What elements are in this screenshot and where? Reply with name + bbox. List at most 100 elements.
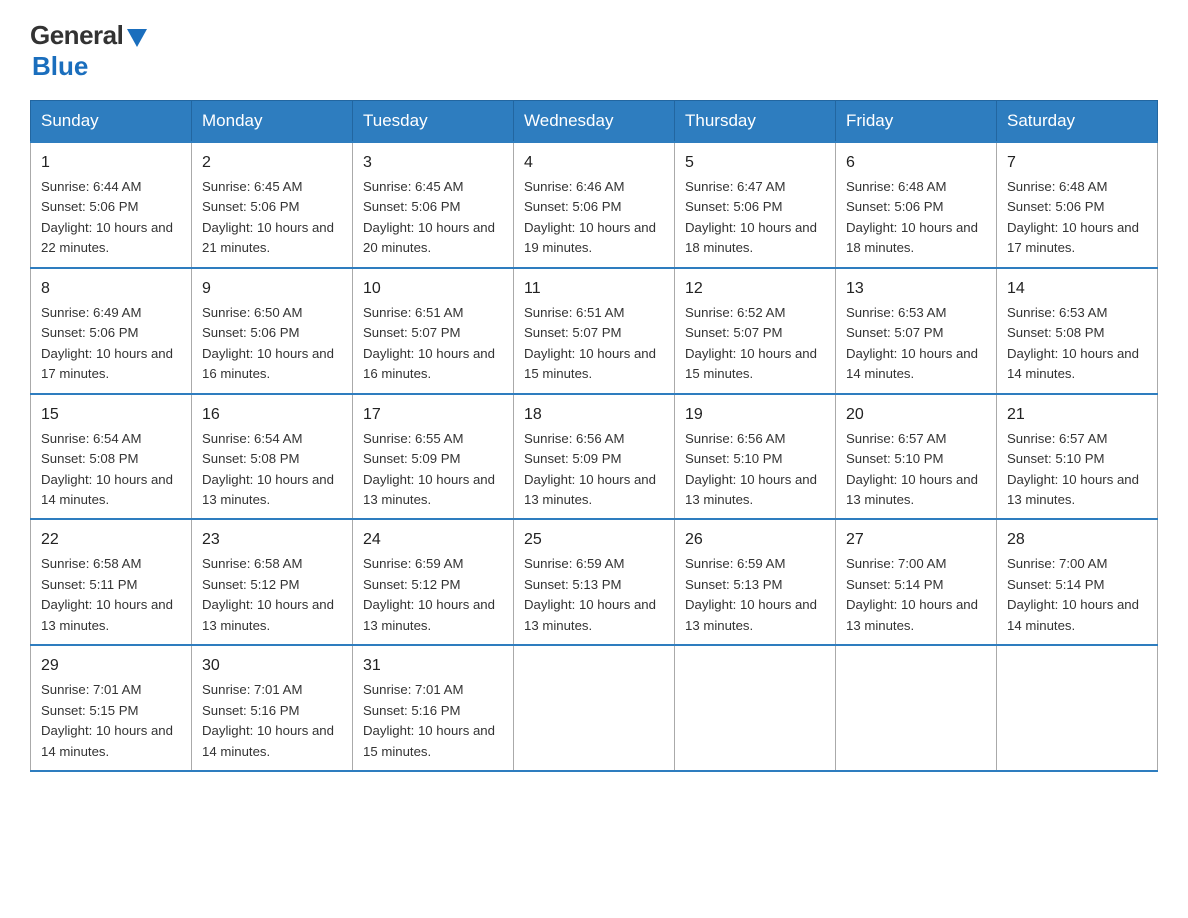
day-info: Sunrise: 7:00 AMSunset: 5:14 PMDaylight:… xyxy=(846,556,978,632)
table-row: 16 Sunrise: 6:54 AMSunset: 5:08 PMDaylig… xyxy=(192,394,353,520)
table-row: 11 Sunrise: 6:51 AMSunset: 5:07 PMDaylig… xyxy=(514,268,675,394)
day-info: Sunrise: 6:53 AMSunset: 5:08 PMDaylight:… xyxy=(1007,305,1139,381)
table-row xyxy=(836,645,997,771)
day-number: 25 xyxy=(524,528,664,552)
table-row: 21 Sunrise: 6:57 AMSunset: 5:10 PMDaylig… xyxy=(997,394,1158,520)
header-tuesday: Tuesday xyxy=(353,101,514,143)
day-number: 8 xyxy=(41,277,181,301)
day-info: Sunrise: 6:48 AMSunset: 5:06 PMDaylight:… xyxy=(846,179,978,255)
day-info: Sunrise: 7:01 AMSunset: 5:15 PMDaylight:… xyxy=(41,682,173,758)
table-row: 31 Sunrise: 7:01 AMSunset: 5:16 PMDaylig… xyxy=(353,645,514,771)
day-info: Sunrise: 6:52 AMSunset: 5:07 PMDaylight:… xyxy=(685,305,817,381)
day-number: 28 xyxy=(1007,528,1147,552)
day-info: Sunrise: 7:01 AMSunset: 5:16 PMDaylight:… xyxy=(363,682,495,758)
day-number: 14 xyxy=(1007,277,1147,301)
day-number: 15 xyxy=(41,403,181,427)
day-number: 20 xyxy=(846,403,986,427)
day-info: Sunrise: 6:53 AMSunset: 5:07 PMDaylight:… xyxy=(846,305,978,381)
day-number: 7 xyxy=(1007,151,1147,175)
day-number: 5 xyxy=(685,151,825,175)
day-number: 18 xyxy=(524,403,664,427)
table-row xyxy=(675,645,836,771)
day-number: 26 xyxy=(685,528,825,552)
table-row: 30 Sunrise: 7:01 AMSunset: 5:16 PMDaylig… xyxy=(192,645,353,771)
header-saturday: Saturday xyxy=(997,101,1158,143)
table-row: 1 Sunrise: 6:44 AMSunset: 5:06 PMDayligh… xyxy=(31,142,192,268)
table-row: 9 Sunrise: 6:50 AMSunset: 5:06 PMDayligh… xyxy=(192,268,353,394)
day-info: Sunrise: 6:55 AMSunset: 5:09 PMDaylight:… xyxy=(363,431,495,507)
day-info: Sunrise: 6:50 AMSunset: 5:06 PMDaylight:… xyxy=(202,305,334,381)
table-row: 23 Sunrise: 6:58 AMSunset: 5:12 PMDaylig… xyxy=(192,519,353,645)
day-info: Sunrise: 6:48 AMSunset: 5:06 PMDaylight:… xyxy=(1007,179,1139,255)
table-row: 3 Sunrise: 6:45 AMSunset: 5:06 PMDayligh… xyxy=(353,142,514,268)
day-info: Sunrise: 6:59 AMSunset: 5:13 PMDaylight:… xyxy=(524,556,656,632)
calendar-week-row: 29 Sunrise: 7:01 AMSunset: 5:15 PMDaylig… xyxy=(31,645,1158,771)
logo-blue-text: Blue xyxy=(32,51,88,82)
calendar-week-row: 8 Sunrise: 6:49 AMSunset: 5:06 PMDayligh… xyxy=(31,268,1158,394)
logo-general-text: General xyxy=(30,20,123,51)
table-row: 19 Sunrise: 6:56 AMSunset: 5:10 PMDaylig… xyxy=(675,394,836,520)
day-number: 17 xyxy=(363,403,503,427)
day-number: 9 xyxy=(202,277,342,301)
table-row: 20 Sunrise: 6:57 AMSunset: 5:10 PMDaylig… xyxy=(836,394,997,520)
table-row: 17 Sunrise: 6:55 AMSunset: 5:09 PMDaylig… xyxy=(353,394,514,520)
day-info: Sunrise: 6:49 AMSunset: 5:06 PMDaylight:… xyxy=(41,305,173,381)
day-info: Sunrise: 6:59 AMSunset: 5:13 PMDaylight:… xyxy=(685,556,817,632)
day-number: 24 xyxy=(363,528,503,552)
day-number: 2 xyxy=(202,151,342,175)
day-info: Sunrise: 6:58 AMSunset: 5:11 PMDaylight:… xyxy=(41,556,173,632)
day-number: 19 xyxy=(685,403,825,427)
day-info: Sunrise: 6:58 AMSunset: 5:12 PMDaylight:… xyxy=(202,556,334,632)
table-row: 24 Sunrise: 6:59 AMSunset: 5:12 PMDaylig… xyxy=(353,519,514,645)
page-header: General Blue xyxy=(30,20,1158,82)
table-row: 14 Sunrise: 6:53 AMSunset: 5:08 PMDaylig… xyxy=(997,268,1158,394)
table-row: 4 Sunrise: 6:46 AMSunset: 5:06 PMDayligh… xyxy=(514,142,675,268)
day-number: 23 xyxy=(202,528,342,552)
logo-arrow-icon xyxy=(127,29,147,47)
day-number: 11 xyxy=(524,277,664,301)
table-row: 18 Sunrise: 6:56 AMSunset: 5:09 PMDaylig… xyxy=(514,394,675,520)
day-info: Sunrise: 6:57 AMSunset: 5:10 PMDaylight:… xyxy=(846,431,978,507)
day-info: Sunrise: 6:51 AMSunset: 5:07 PMDaylight:… xyxy=(524,305,656,381)
day-number: 16 xyxy=(202,403,342,427)
day-info: Sunrise: 6:57 AMSunset: 5:10 PMDaylight:… xyxy=(1007,431,1139,507)
day-number: 4 xyxy=(524,151,664,175)
header-thursday: Thursday xyxy=(675,101,836,143)
calendar-week-row: 1 Sunrise: 6:44 AMSunset: 5:06 PMDayligh… xyxy=(31,142,1158,268)
table-row: 15 Sunrise: 6:54 AMSunset: 5:08 PMDaylig… xyxy=(31,394,192,520)
table-row xyxy=(514,645,675,771)
day-info: Sunrise: 7:01 AMSunset: 5:16 PMDaylight:… xyxy=(202,682,334,758)
table-row: 5 Sunrise: 6:47 AMSunset: 5:06 PMDayligh… xyxy=(675,142,836,268)
table-row: 26 Sunrise: 6:59 AMSunset: 5:13 PMDaylig… xyxy=(675,519,836,645)
day-number: 29 xyxy=(41,654,181,678)
table-row: 25 Sunrise: 6:59 AMSunset: 5:13 PMDaylig… xyxy=(514,519,675,645)
day-info: Sunrise: 6:56 AMSunset: 5:09 PMDaylight:… xyxy=(524,431,656,507)
day-info: Sunrise: 6:45 AMSunset: 5:06 PMDaylight:… xyxy=(202,179,334,255)
day-number: 12 xyxy=(685,277,825,301)
day-info: Sunrise: 7:00 AMSunset: 5:14 PMDaylight:… xyxy=(1007,556,1139,632)
header-friday: Friday xyxy=(836,101,997,143)
table-row: 29 Sunrise: 7:01 AMSunset: 5:15 PMDaylig… xyxy=(31,645,192,771)
calendar-week-row: 22 Sunrise: 6:58 AMSunset: 5:11 PMDaylig… xyxy=(31,519,1158,645)
table-row: 12 Sunrise: 6:52 AMSunset: 5:07 PMDaylig… xyxy=(675,268,836,394)
calendar-week-row: 15 Sunrise: 6:54 AMSunset: 5:08 PMDaylig… xyxy=(31,394,1158,520)
day-info: Sunrise: 6:51 AMSunset: 5:07 PMDaylight:… xyxy=(363,305,495,381)
table-row: 2 Sunrise: 6:45 AMSunset: 5:06 PMDayligh… xyxy=(192,142,353,268)
table-row: 6 Sunrise: 6:48 AMSunset: 5:06 PMDayligh… xyxy=(836,142,997,268)
table-row: 22 Sunrise: 6:58 AMSunset: 5:11 PMDaylig… xyxy=(31,519,192,645)
day-number: 30 xyxy=(202,654,342,678)
header-sunday: Sunday xyxy=(31,101,192,143)
table-row: 27 Sunrise: 7:00 AMSunset: 5:14 PMDaylig… xyxy=(836,519,997,645)
day-number: 1 xyxy=(41,151,181,175)
day-info: Sunrise: 6:44 AMSunset: 5:06 PMDaylight:… xyxy=(41,179,173,255)
day-number: 10 xyxy=(363,277,503,301)
day-info: Sunrise: 6:56 AMSunset: 5:10 PMDaylight:… xyxy=(685,431,817,507)
header-monday: Monday xyxy=(192,101,353,143)
day-number: 31 xyxy=(363,654,503,678)
day-info: Sunrise: 6:47 AMSunset: 5:06 PMDaylight:… xyxy=(685,179,817,255)
day-number: 3 xyxy=(363,151,503,175)
day-number: 21 xyxy=(1007,403,1147,427)
day-info: Sunrise: 6:59 AMSunset: 5:12 PMDaylight:… xyxy=(363,556,495,632)
day-number: 27 xyxy=(846,528,986,552)
day-info: Sunrise: 6:54 AMSunset: 5:08 PMDaylight:… xyxy=(41,431,173,507)
